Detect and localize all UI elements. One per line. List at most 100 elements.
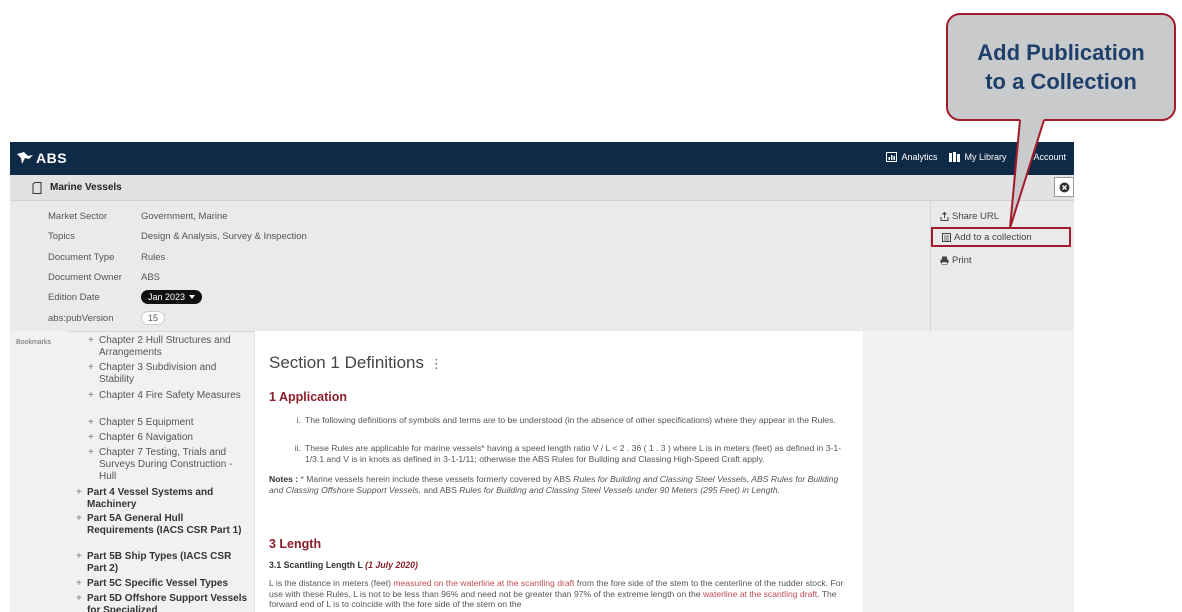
list-number: i. [296,415,301,425]
print-icon [940,256,949,265]
expand-icon[interactable]: + [76,593,87,612]
section-title: Section 1 Definitions ⋮ [269,353,443,373]
notes-italic-2: Rules for Building and Classing Steel Ve… [459,485,780,495]
abs-logo[interactable]: ABS [16,150,67,166]
meta-topics: Topics Design & Analysis, Survey & Inspe… [48,231,307,242]
expand-icon[interactable]: + [76,513,87,537]
print-button[interactable]: Print [931,250,1071,270]
toc-item-label: Chapter 7 Testing, Trials and Surveys Du… [99,447,233,482]
print-label: Print [952,254,972,266]
logo-text: ABS [36,150,68,166]
expand-icon[interactable]: + [88,417,99,429]
toc-item[interactable]: + Chapter 4 Fire Safety Measures [88,390,248,402]
notes-paragraph: Notes : * Marine vessels herein include … [269,474,853,496]
scantling-paragraph: L is the distance in meters (feet) measu… [269,578,853,610]
user-icon [1019,152,1029,162]
meta-label: Market Sector [48,211,108,222]
expand-icon[interactable]: + [76,487,87,511]
meta-value: ABS [141,272,161,283]
toc-item[interactable]: + Part 5D Offshore Support Vessels for S… [76,593,248,612]
share-url-button[interactable]: Share URL [931,206,1071,226]
share-url-label: Share URL [952,210,999,222]
subheading-text: 3.1 Scantling Length L [269,560,363,570]
toc-item-label: Part 5D Offshore Support Vessels for Spe… [87,593,248,612]
meta-label: Document Type [48,252,115,263]
application-heading: 1 Application [269,390,348,404]
meta-edition-date: Edition Date Jan 2023 [48,290,203,304]
toc-item[interactable]: + Chapter 6 Navigation [88,432,248,444]
toc-item[interactable]: + Chapter 3 Subdivision and Stability [88,362,248,386]
toc-item[interactable]: + Chapter 7 Testing, Trials and Surveys … [88,447,248,483]
toc-item[interactable]: + Part 5B Ship Types (IACS CSR Part 2) [76,551,248,575]
toc-item-label: Chapter 5 Equipment [99,417,194,428]
toc-item[interactable]: + Chapter 2 Hull Structures and Arrangem… [88,335,248,359]
toc-item[interactable]: + Part 4 Vessel Systems and Machinery [76,487,248,511]
bookmarks-tab[interactable]: Bookmarks [16,339,51,346]
add-to-collection-button[interactable]: Add to a collection [931,227,1071,247]
expand-icon[interactable]: + [76,578,87,590]
toc-item[interactable]: + Chapter 5 Equipment [88,417,248,429]
nav-account-label: Account [1033,152,1066,162]
library-icon [949,152,961,162]
para-text-1: L is the distance in meters (feet) [269,578,394,588]
toc-item-label: Part 4 Vessel Systems and Machinery [87,487,214,510]
notes-label: Notes : [269,474,299,484]
document-info-panel: Marine Vessels Market Sector Government,… [10,175,1074,332]
edition-date-dropdown[interactable]: Jan 2023 [141,290,203,304]
list-text: These Rules are applicable for marine ve… [305,443,842,464]
toc-item[interactable]: + Part 5A General Hull Requirements (IAC… [76,513,248,537]
section-title-text: Section 1 Definitions [269,353,424,372]
meta-label: Edition Date [48,291,100,303]
expand-icon[interactable]: + [88,335,99,359]
scantling-subheading: 3.1 Scantling Length L (1 July 2020) [269,560,418,570]
list-text: The following definitions of symbols and… [305,415,836,425]
glossary-link[interactable]: waterline at the scantling draft [703,589,817,599]
expand-icon[interactable]: + [76,551,87,575]
toc-item-label: Chapter 4 Fire Safety Measures [99,390,241,401]
meta-market-sector: Market Sector Government, Marine [48,211,228,222]
document-icon [32,181,42,194]
nav-my-library[interactable]: My Library [949,152,1006,162]
meta-label: Topics [48,231,75,242]
top-nav-links: Analytics My Library Account [886,152,1066,162]
expand-icon[interactable]: + [88,362,99,386]
eagle-icon [17,152,33,164]
notes-text-1: * Marine vessels herein include these ve… [298,474,574,484]
toc-item-label: Part 5A General Hull Requirements (IACS … [87,513,242,536]
edition-date-value: Jan 2023 [148,292,186,302]
nav-analytics[interactable]: Analytics [886,152,937,162]
meta-label: abs:pubVersion [48,312,114,324]
list-item: i. The following definitions of symbols … [291,415,851,426]
nav-account[interactable]: Account [1018,152,1066,162]
document-actions: Share URL Add to a collection Print [931,200,1074,331]
meta-pub-version: abs:pubVersion 15 [48,311,166,325]
collection-icon [942,232,951,242]
expand-icon[interactable]: + [88,447,99,483]
callout-text: Add Publication to a Collection [977,40,1145,94]
meta-value: Design & Analysis, Survey & Inspection [141,231,307,242]
meta-document-type: Document Type Rules [48,252,165,263]
toc-item-label: Part 5C Specific Vessel Types [87,578,229,589]
toc-item-label: Chapter 6 Navigation [99,432,193,443]
length-heading: 3 Length [269,537,322,551]
document-title-bar: Marine Vessels [10,175,1074,201]
toc-item-label: Chapter 3 Subdivision and Stability [99,362,217,385]
document-content: Section 1 Definitions ⋮ 1 Application i. … [254,331,864,612]
app-window: ABS Analytics My Library Account Marine … [10,142,1074,612]
meta-value: Government, Marine [141,211,228,222]
section-menu-icon[interactable]: ⋮ [430,356,443,371]
notes-text-2: and ABS [421,485,460,495]
expand-icon[interactable]: + [88,390,99,402]
expand-icon[interactable]: + [88,432,99,444]
toc-item-label: Part 5B Ship Types (IACS CSR Part 2) [87,551,232,574]
share-icon [940,211,949,221]
document-title: Marine Vessels [50,182,122,193]
table-of-contents: + Chapter 2 Hull Structures and Arrangem… [76,331,252,612]
meta-value: Rules [141,252,166,263]
close-panel-button[interactable] [1054,177,1074,197]
toc-item[interactable]: + Part 5C Specific Vessel Types [76,578,248,590]
toc-item-label: Chapter 2 Hull Structures and Arrangemen… [99,335,231,358]
glossary-link[interactable]: measured on the waterline at the scantli… [393,578,574,588]
list-item: ii. These Rules are applicable for marin… [291,443,851,465]
nav-analytics-label: Analytics [901,152,938,162]
